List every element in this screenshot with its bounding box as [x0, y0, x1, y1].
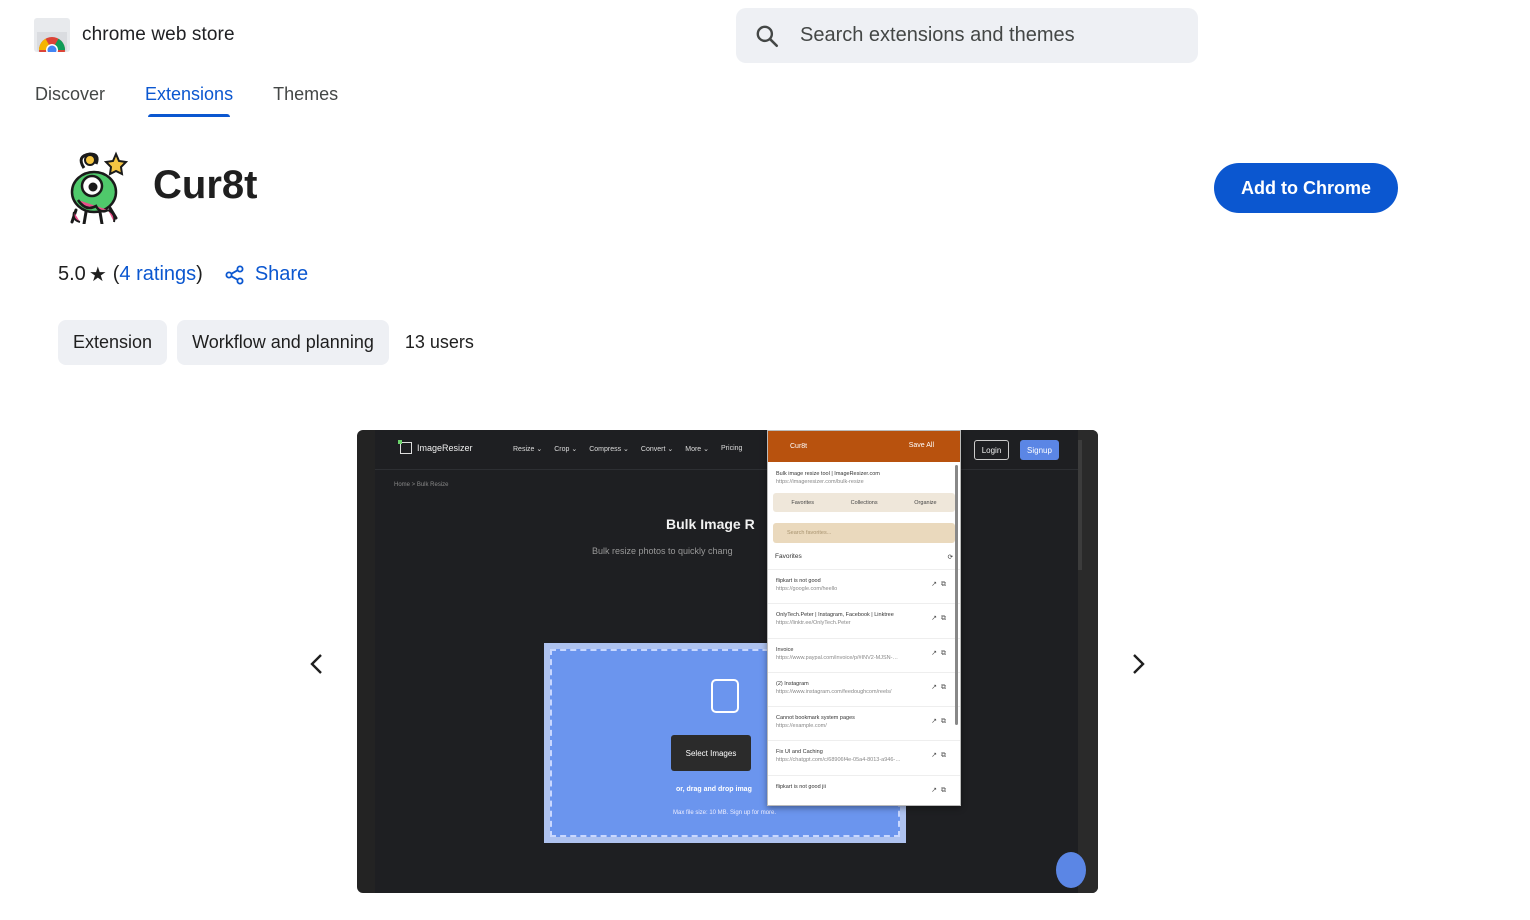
site-max-text: Max file size: 10 MB. Sign up for more. — [673, 810, 777, 816]
item-title: Cannot bookmark system pages — [776, 715, 855, 722]
item-title: (2) Instagram — [776, 680, 809, 687]
add-to-chrome-button[interactable]: Add to Chrome — [1214, 163, 1398, 213]
screenshot-scrollbar — [1078, 430, 1098, 893]
popup-tab: Favorites — [791, 499, 814, 506]
user-count: 13 users — [404, 332, 474, 352]
item-title: Fix UI and Caching — [776, 749, 823, 756]
share-button[interactable]: Share — [225, 263, 308, 286]
popup-tab: Organize — [914, 499, 937, 506]
item-url: https://linktr.ee/OnlyTech.Peter — [776, 620, 851, 627]
site-menu: Resize ⌄ Crop ⌄ Compress ⌄ Convert ⌄ Mor… — [513, 445, 754, 453]
site-login: Login — [974, 440, 1009, 460]
list-item: OnlyTech.Peter | Instagram, Facebook | L… — [768, 603, 960, 637]
open-copy-icons: ↗⧉ — [931, 718, 950, 726]
store-name: chrome web store — [82, 24, 235, 45]
open-copy-icons: ↗⧉ — [931, 581, 950, 588]
rating-value: 5.0 — [58, 263, 86, 285]
item-url: https://www.instagram.com/feedoughcom/re… — [776, 688, 892, 695]
popup-current-page: Bulk image resize tool | ImageResizer.co… — [768, 462, 960, 485]
item-url: https://example.com/ — [776, 723, 827, 730]
chips-row: Extension Workflow and planning 13 users — [58, 320, 474, 365]
popup-header: Cur8t Save All — [768, 431, 960, 462]
share-icon — [225, 265, 244, 284]
site-navbar: ImageResizer Resize ⌄ Crop ⌄ Compress ⌄ … — [375, 430, 1078, 470]
rating-row: 5.0 ★ (4 ratings) Share — [58, 262, 308, 287]
list-item: (2) Instagram https://www.instagram.com/f… — [768, 671, 960, 706]
chrome-web-store-icon — [34, 18, 70, 52]
refresh-icon: ⟳ — [947, 554, 953, 561]
tab-extensions[interactable]: Extensions — [145, 84, 233, 117]
site-brand-label: ImageResizer — [417, 443, 473, 453]
site-select-button: Select Images — [671, 735, 751, 771]
item-url: https://www.paypal.com/invoice/p/#INV2-M… — [776, 654, 901, 661]
ratings-link[interactable]: 4 ratings — [119, 263, 196, 286]
popup-section-header: Favorites ⟳ — [775, 553, 953, 561]
item-title: Invoice — [776, 646, 794, 653]
site-menu-item: Convert ⌄ — [640, 446, 674, 453]
open-copy-icons: ↗⧉ — [931, 752, 950, 760]
tab-themes[interactable]: Themes — [273, 84, 338, 117]
site-drag-text: or, drag and drop imag — [676, 786, 752, 793]
site-menu-item: More ⌄ — [685, 446, 710, 453]
list-item: flipkart is not good https://google.com/h… — [768, 569, 960, 603]
list-item: Cannot bookmark system pages https://exam… — [768, 706, 960, 740]
popup-current-title: Bulk image resize tool | ImageResizer.co… — [776, 471, 880, 477]
star-icon: ★ — [88, 264, 107, 286]
share-label: Share — [254, 263, 309, 285]
search-input[interactable] — [800, 24, 1180, 47]
site-menu-item: Crop ⌄ — [554, 446, 578, 453]
list-item: Fix UI and Caching https://chatgpt.com/c/… — [768, 740, 960, 774]
site-logo-icon — [398, 440, 412, 454]
cur8t-popup: Cur8t Save All Bulk image resize tool | … — [767, 430, 961, 806]
chip-category[interactable]: Workflow and planning — [177, 320, 389, 365]
list-item: flipkart is not good jii ↗⧉ — [768, 774, 960, 809]
site-menu-item: Compress ⌄ — [589, 446, 629, 453]
open-copy-icons: ↗⧉ — [931, 615, 950, 623]
item-url: https://chatgpt.com/c/68906f4e-05a4-8013… — [776, 757, 901, 764]
site-heading: Bulk Image R — [666, 516, 755, 532]
cur8t-logo-icon — [70, 151, 129, 224]
item-title: flipkart is not good — [776, 578, 821, 584]
site-menu-item: Resize ⌄ — [513, 446, 543, 453]
popup-tabs: Favorites Collections Organize — [773, 493, 955, 512]
tab-discover[interactable]: Discover — [35, 84, 105, 117]
screenshot-site: ImageResizer Resize ⌄ Crop ⌄ Compress ⌄ … — [375, 430, 1078, 893]
carousel-next-icon[interactable] — [1124, 650, 1152, 678]
popup-current-url: https://imageresizer.com/bulk-resize — [776, 479, 864, 485]
site-menu-item: Pricing — [721, 445, 743, 452]
site-brand: ImageResizer — [398, 440, 473, 454]
popup-save-all: Save All — [908, 442, 934, 449]
search-icon — [756, 25, 779, 47]
popup-list: flipkart is not good https://google.com/h… — [768, 569, 960, 809]
chip-extension[interactable]: Extension — [58, 320, 168, 365]
store-logo[interactable]: chrome web store — [34, 18, 235, 52]
search-box[interactable] — [736, 8, 1198, 63]
item-title: flipkart is not good jii — [776, 783, 826, 790]
popup-scrollbar — [955, 465, 958, 725]
popup-tab: Collections — [850, 499, 878, 506]
item-title: OnlyTech.Peter | Instagram, Facebook | L… — [776, 612, 894, 619]
popup-title: Cur8t — [790, 443, 808, 450]
paren-open: ( — [112, 263, 120, 285]
popup-section-label: Favorites — [775, 553, 802, 560]
screenshot-image[interactable]: ImageResizer Resize ⌄ Crop ⌄ Compress ⌄ … — [357, 430, 1098, 893]
list-item: Invoice https://www.paypal.com/invoice/p/… — [768, 637, 960, 672]
nav-tabs: Discover Extensions Themes — [35, 84, 378, 117]
site-breadcrumb: Home > Bulk Resize — [394, 482, 449, 488]
image-icon — [711, 679, 739, 713]
chat-bubble-icon — [1056, 852, 1086, 888]
site-signup: Signup — [1020, 440, 1059, 460]
extension-title: Cur8t — [153, 163, 258, 207]
open-copy-icons: ↗⧉ — [931, 683, 950, 691]
site-subheading: Bulk resize photos to quickly chang — [592, 546, 733, 556]
paren-close: ) — [196, 263, 203, 285]
carousel-prev-icon[interactable] — [303, 650, 331, 678]
item-url: https://google.com/heello — [776, 586, 838, 592]
open-copy-icons: ↗⧉ — [931, 786, 950, 794]
open-copy-icons: ↗⧉ — [931, 649, 950, 657]
popup-search: Search favorites... — [773, 523, 955, 543]
